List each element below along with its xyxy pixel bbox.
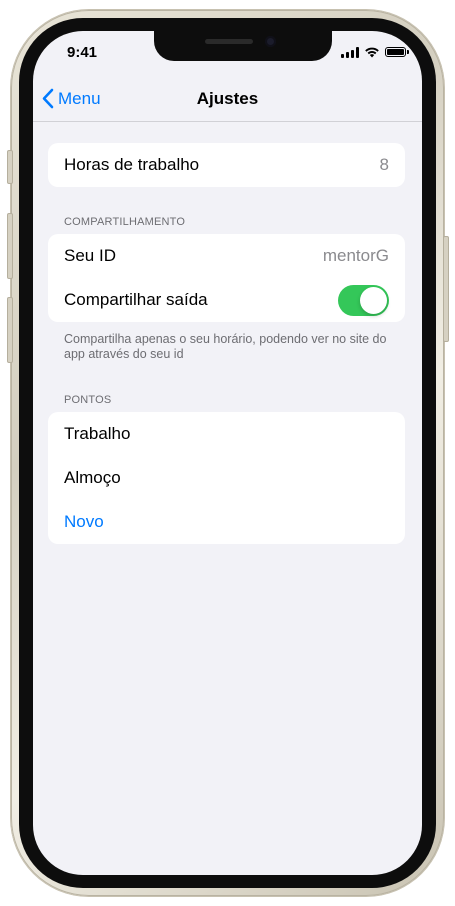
points-section-header: PONTOS	[64, 394, 112, 406]
work-hours-value: 8	[379, 155, 389, 174]
points-group: Trabalho Almoço Novo	[48, 412, 405, 544]
battery-icon	[385, 47, 409, 57]
navigation-bar: Menu Ajustes	[33, 81, 422, 122]
volume-up-button	[7, 213, 13, 279]
points-list-item[interactable]: Trabalho	[48, 412, 405, 456]
sharing-section-footer: Compartilha apenas o seu horário, podend…	[64, 332, 387, 361]
toggle-knob	[360, 286, 387, 314]
share-exit-toggle[interactable]	[338, 284, 389, 316]
user-id-row[interactable]: Seu ID mentorG	[48, 234, 405, 278]
sharing-group: Seu ID mentorG Compartilhar saída	[48, 234, 405, 322]
silent-switch	[7, 150, 13, 184]
work-hours-group: Horas de trabalho 8	[48, 143, 405, 187]
user-id-value: mentorG	[322, 246, 389, 265]
share-exit-label: Compartilhar saída	[64, 290, 208, 309]
sharing-section-header: COMPARTILHAMENTO	[64, 216, 186, 228]
camera	[265, 36, 276, 47]
wifi-icon	[365, 47, 379, 58]
speaker	[205, 39, 253, 44]
power-button	[443, 236, 449, 342]
status-time: 9:41	[67, 44, 98, 61]
volume-down-button	[7, 297, 13, 363]
status-icons	[341, 46, 409, 58]
notch	[154, 31, 332, 61]
points-item-label: Trabalho	[64, 424, 131, 443]
points-list-item[interactable]: Almoço	[48, 456, 405, 500]
new-point-button[interactable]: Novo	[48, 500, 405, 544]
work-hours-row[interactable]: Horas de trabalho 8	[48, 143, 405, 187]
new-point-label: Novo	[64, 512, 104, 531]
work-hours-label: Horas de trabalho	[64, 155, 200, 174]
user-id-label: Seu ID	[64, 246, 116, 265]
screen: 9:41 Menu Ajustes Horas de trabalho 8 CO…	[33, 31, 422, 875]
points-item-label: Almoço	[64, 468, 121, 487]
page-title: Ajustes	[196, 89, 259, 108]
cellular-signal-icon	[341, 46, 359, 58]
share-exit-row: Compartilhar saída	[48, 278, 405, 322]
